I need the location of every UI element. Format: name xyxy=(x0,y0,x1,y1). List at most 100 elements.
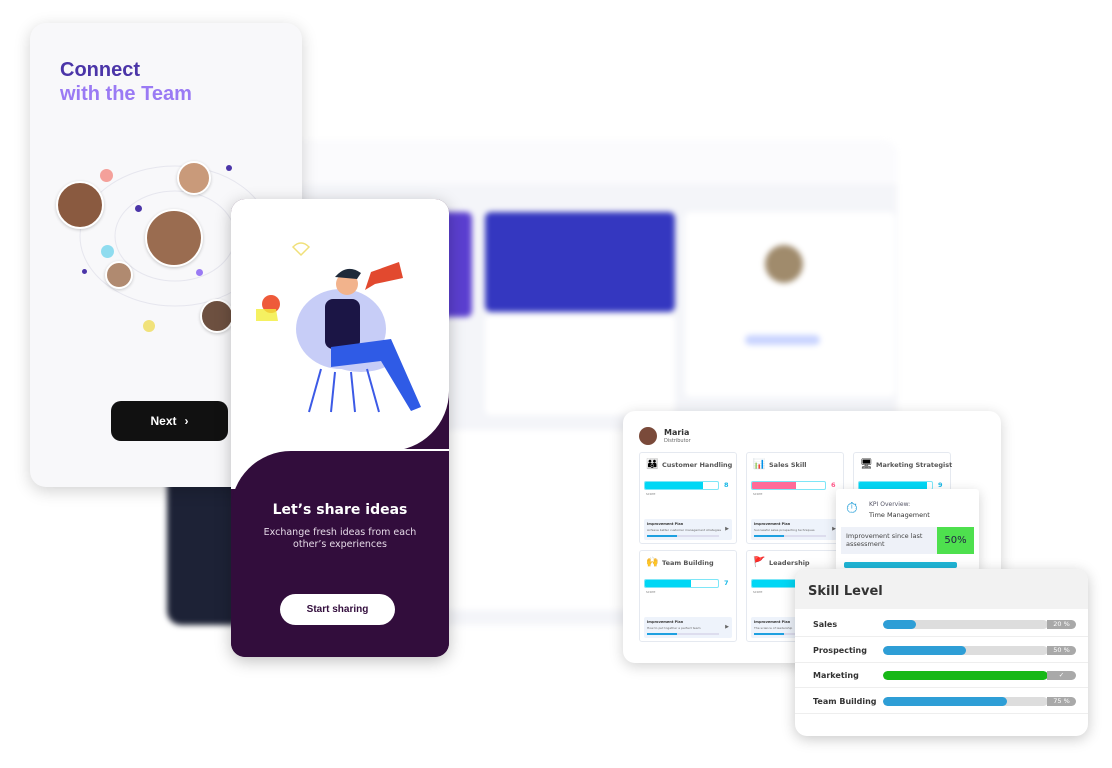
skill-level-value: ✓ xyxy=(1047,671,1076,680)
skill-level-card: Skill Level Sales 20 % Prospecting 50 % Ma… xyxy=(795,569,1088,736)
play-icon[interactable]: ▶ xyxy=(725,526,729,532)
skill-level-fill xyxy=(883,696,1007,706)
share-title: Let’s share ideas xyxy=(272,502,408,518)
skill-level-fill xyxy=(883,645,966,655)
plan-title: Improvement Plan xyxy=(754,620,791,624)
skill-name: Team Building xyxy=(662,559,714,567)
play-icon[interactable]: ▶ xyxy=(725,624,729,630)
team-member-avatar xyxy=(200,299,234,333)
decorative-dot xyxy=(143,320,155,332)
decorative-dot xyxy=(82,269,87,274)
stopwatch-icon: ⏱ xyxy=(846,499,858,517)
skill-score-fill xyxy=(645,482,704,489)
bar-chart-icon: 📊 xyxy=(753,459,766,470)
skill-level-row: Marketing ✓ xyxy=(795,663,1088,688)
improvement-label: Improvement since last assessment xyxy=(846,532,923,548)
dashboard-profile-card xyxy=(685,212,895,397)
decorative-dot xyxy=(196,269,203,276)
dashboard-button xyxy=(745,335,820,345)
plan-title: Improvement Plan xyxy=(647,522,684,526)
improvement-plan[interactable]: Improvement Plan Achieve better customer… xyxy=(644,519,732,540)
skill-level-name: Team Building xyxy=(813,696,877,706)
skill-score-bar xyxy=(751,481,826,490)
skill-level-value: 50 % xyxy=(1047,645,1076,655)
team-member-avatar xyxy=(177,161,211,195)
skill-name: Sales Skill xyxy=(769,461,807,469)
skill-level-row: Team Building 75 % xyxy=(795,689,1088,714)
connect-title: Connect with the Team xyxy=(60,58,192,106)
decorative-dot xyxy=(135,205,142,212)
score-label: score xyxy=(753,492,763,496)
share-description: Exchange fresh ideas from each other’s e… xyxy=(263,527,417,550)
dashboard-card xyxy=(485,212,675,312)
people-icon: 👪 xyxy=(646,459,659,470)
skill-tile[interactable]: 🙌 Team Building 7 score Improvement Plan… xyxy=(639,550,737,642)
plan-progress xyxy=(647,633,719,635)
bottom-panel xyxy=(231,451,449,657)
skill-level-fill xyxy=(883,671,1048,680)
avatar xyxy=(639,427,657,445)
plan-title: Improvement Plan xyxy=(754,522,791,526)
skill-level-name: Marketing xyxy=(813,671,859,680)
skill-level-fill xyxy=(883,620,916,629)
skill-level-row: Sales 20 % xyxy=(795,612,1088,637)
title-line-1: Connect xyxy=(60,59,140,81)
skill-level-row: Prospecting 50 % xyxy=(795,638,1088,663)
plan-progress xyxy=(754,535,826,537)
plan-description: The science of leadership xyxy=(754,626,793,630)
stairs-flag-icon: 🚩 xyxy=(753,557,766,568)
skill-level-bar xyxy=(883,671,1048,680)
improvement-plan[interactable]: Improvement Plan How to put together a p… xyxy=(644,617,732,638)
skill-score: 7 xyxy=(724,579,729,587)
skill-name: Customer Handling xyxy=(662,461,733,469)
skill-score-bar xyxy=(644,579,719,588)
skill-level-bar xyxy=(883,696,1048,706)
skill-name: Marketing Strategist xyxy=(876,461,953,469)
plan-description: Achieve better customer management strat… xyxy=(647,528,722,532)
team-member-avatar xyxy=(56,181,104,229)
skill-level-name: Sales xyxy=(813,620,838,629)
score-label: score xyxy=(753,590,763,594)
decorative-dot xyxy=(226,165,232,171)
score-label: score xyxy=(646,492,656,496)
kpi-overview-card: ⏱ KPI Overview: Time Management Improvem… xyxy=(836,489,979,571)
decorative-dot xyxy=(100,169,113,182)
chevron-right-icon: › xyxy=(184,414,189,428)
employee-role: Distributor xyxy=(664,438,691,444)
skill-tile[interactable]: 📊 Sales Skill 6 score Improvement Plan S… xyxy=(746,452,844,544)
score-label: score xyxy=(646,590,656,594)
plan-progress xyxy=(647,535,719,537)
skill-score-bar xyxy=(644,481,719,490)
kpi-progress-bar xyxy=(844,562,957,568)
team-member-avatar xyxy=(105,261,133,289)
skill-level-bar xyxy=(883,620,1048,629)
skill-score: 6 xyxy=(831,481,836,489)
skill-tile[interactable]: 👪 Customer Handling 8 score Improvement … xyxy=(639,452,737,544)
skill-score-fill xyxy=(645,580,691,587)
skill-level-bar xyxy=(883,645,1048,655)
skill-name: Leadership xyxy=(769,559,810,567)
improvement-plan[interactable]: Improvement Plan Successful sales prospe… xyxy=(751,519,839,540)
next-button[interactable]: Next › xyxy=(111,401,228,441)
kpi-metric: Time Management xyxy=(869,511,930,519)
person-on-chair-illustration xyxy=(256,242,421,413)
share-ideas-screen: Let’s share ideas Exchange fresh ideas f… xyxy=(231,199,449,657)
team-member-avatar xyxy=(145,209,203,267)
presentation-icon: 🖥 xyxy=(860,459,873,470)
hands-icon: 🙌 xyxy=(646,557,659,568)
skill-level-name: Prospecting xyxy=(813,645,867,655)
plan-title: Improvement Plan xyxy=(647,620,684,624)
plan-description: Successful sales prospecting techniques xyxy=(754,528,815,532)
employee-name: Maria xyxy=(664,428,690,437)
improvement-value: 50% xyxy=(937,527,974,554)
skill-score: 8 xyxy=(724,481,729,489)
title-line-2: with the Team xyxy=(60,83,192,105)
dashboard-dark-panel xyxy=(167,470,237,625)
skill-score-fill xyxy=(859,482,927,489)
skill-level-value: 20 % xyxy=(1047,620,1076,629)
dashboard-card xyxy=(485,315,675,415)
skill-score-fill xyxy=(752,482,796,489)
start-sharing-button[interactable]: Start sharing xyxy=(280,594,395,625)
decorative-dot xyxy=(101,245,114,258)
kpi-label: KPI Overview: xyxy=(869,501,911,508)
